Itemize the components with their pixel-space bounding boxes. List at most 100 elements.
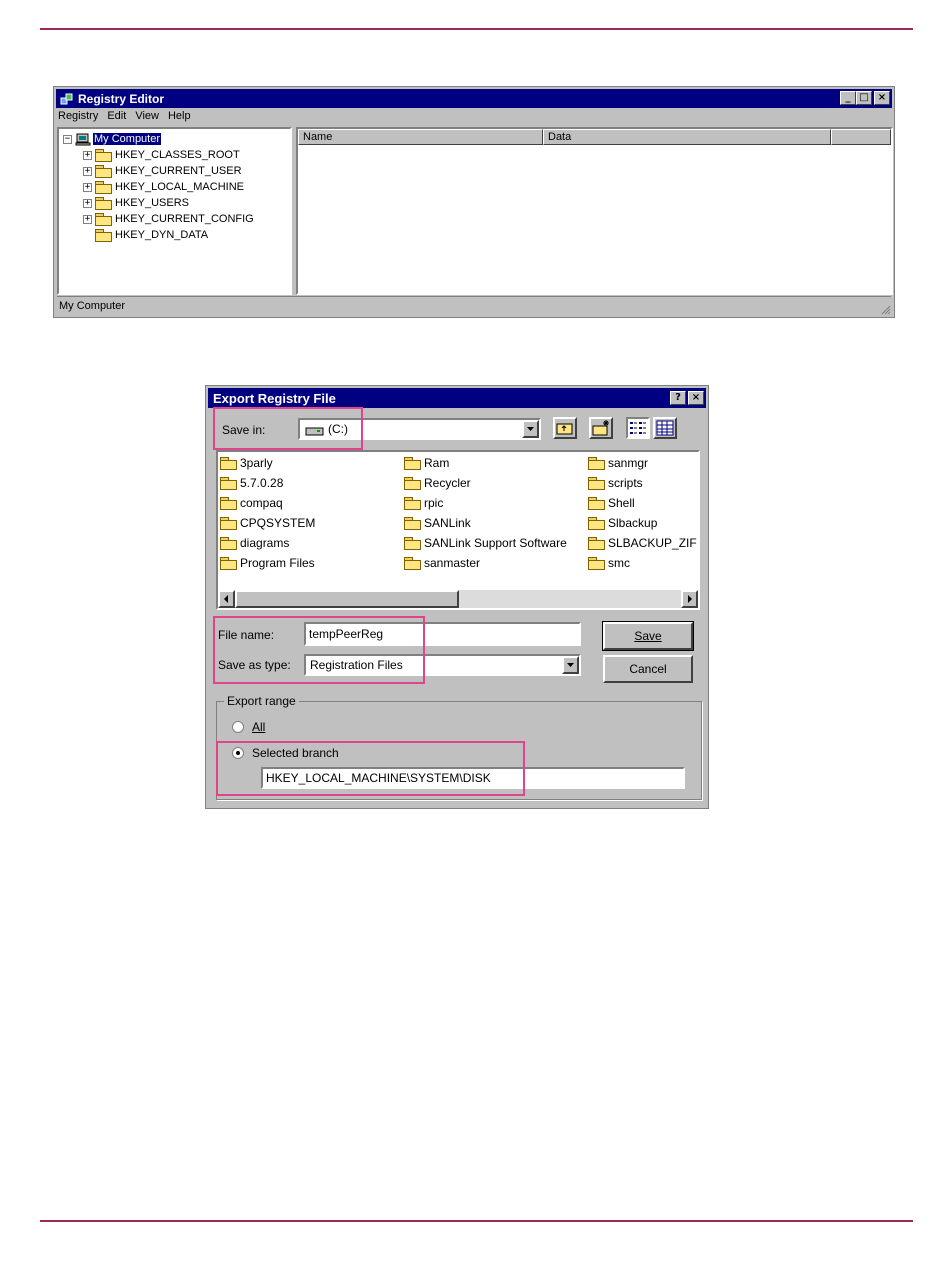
file-name-input[interactable] — [304, 622, 581, 646]
folder-icon — [588, 497, 605, 510]
file-list-item[interactable]: Ram — [404, 454, 449, 472]
scroll-right-button[interactable] — [681, 590, 698, 608]
up-one-level-button[interactable] — [553, 417, 577, 439]
menu-registry[interactable]: Registry — [58, 110, 98, 126]
details-view-button[interactable] — [653, 417, 677, 439]
file-list-item-label: SLBACKUP_ZIF — [608, 536, 697, 550]
create-new-folder-button[interactable] — [589, 417, 613, 439]
expand-icon[interactable]: + — [83, 214, 92, 224]
tree-item-label: HKEY_LOCAL_MACHINE — [115, 181, 244, 193]
file-list-item[interactable]: SANLink Support Software — [404, 534, 567, 552]
registry-editor-title: Registry Editor — [78, 91, 165, 106]
scroll-thumb[interactable] — [235, 590, 459, 608]
drive-icon — [305, 424, 325, 436]
file-list-item[interactable]: Shell — [588, 494, 635, 512]
radio-all-label: All — [252, 720, 266, 734]
registry-tree[interactable]: − My Computer + HKEY_CLASSES_ROOT + HKEY… — [57, 127, 292, 295]
file-list-item-label: rpic — [424, 496, 444, 510]
expand-icon[interactable]: + — [83, 166, 92, 176]
export-dialog-title: Export Registry File — [213, 390, 336, 406]
save-as-type-dropdown-arrow[interactable] — [562, 656, 579, 674]
file-list-item[interactable]: scripts — [588, 474, 643, 492]
resize-grip-icon[interactable] — [879, 303, 891, 315]
save-as-type-dropdown[interactable]: Registration Files — [304, 654, 581, 676]
column-header-name[interactable]: Name — [298, 129, 543, 145]
up-folder-icon — [555, 423, 575, 441]
file-list-item-label: smc — [608, 556, 630, 570]
dialog-close-button[interactable]: × — [688, 391, 704, 405]
file-list-item[interactable]: Recycler — [404, 474, 471, 492]
tree-root-label: My Computer — [93, 133, 162, 145]
maximize-button[interactable]: □ — [856, 91, 872, 105]
folder-icon — [588, 477, 605, 490]
export-dialog-titlebar[interactable]: Export Registry File ? × — [208, 388, 706, 408]
file-list-item-label: compaq — [240, 496, 283, 510]
folder-icon — [588, 517, 605, 530]
column-header-data[interactable]: Data — [543, 129, 831, 145]
tree-item-my-computer[interactable]: − My Computer — [63, 131, 162, 147]
file-list-item[interactable]: compaq — [220, 494, 283, 512]
file-list-item[interactable]: 3parly — [220, 454, 273, 472]
folder-icon — [404, 557, 421, 570]
expand-icon[interactable]: + — [83, 198, 92, 208]
selected-branch-input[interactable] — [261, 767, 685, 789]
expand-icon[interactable]: + — [83, 150, 92, 160]
file-list-item[interactable]: sanmaster — [404, 554, 480, 572]
cancel-button-label: Cancel — [629, 662, 667, 676]
menu-view[interactable]: View — [135, 110, 159, 126]
minimize-button[interactable]: _ — [840, 91, 856, 105]
radio-selected-branch-button[interactable] — [232, 747, 244, 759]
file-list-item-label: CPQSYSTEM — [240, 516, 316, 530]
save-in-label: Save in: — [222, 423, 266, 437]
save-as-type-value: Registration Files — [310, 658, 403, 672]
save-button[interactable]: Save — [602, 621, 694, 651]
list-view-icon — [628, 422, 648, 441]
registry-editor-titlebar[interactable]: Registry Editor _ □ × — [56, 89, 892, 108]
file-list-item[interactable]: sanmgr — [588, 454, 648, 472]
file-list-item[interactable]: SLBACKUP_ZIF — [588, 534, 697, 552]
file-list-item[interactable]: diagrams — [220, 534, 289, 552]
file-list-item[interactable]: CPQSYSTEM — [220, 514, 315, 532]
file-list-item[interactable]: Slbackup — [588, 514, 657, 532]
folder-icon — [95, 197, 112, 210]
folder-icon — [588, 557, 605, 570]
tree-item[interactable]: + HKEY_CLASSES_ROOT — [83, 147, 240, 163]
collapse-icon[interactable]: − — [63, 134, 72, 144]
save-button-label: Save — [634, 629, 662, 643]
expand-icon[interactable]: + — [83, 182, 92, 192]
save-in-dropdown-arrow[interactable] — [522, 420, 539, 438]
file-list-item[interactable]: 5.7.0.28 — [220, 474, 283, 492]
file-list-item-label: scripts — [608, 476, 643, 490]
scroll-left-button[interactable] — [218, 590, 235, 608]
tree-item-label: HKEY_CURRENT_USER — [115, 165, 242, 177]
file-list[interactable]: 3parly 5.7.0.28 compaq CPQSYSTEM diagrams Pro… — [216, 450, 700, 610]
tree-item[interactable]: HKEY_DYN_DATA — [95, 227, 208, 243]
list-view-button[interactable] — [626, 417, 650, 439]
tree-item[interactable]: + HKEY_CURRENT_CONFIG — [83, 211, 254, 227]
close-button[interactable]: × — [874, 91, 890, 105]
menu-edit[interactable]: Edit — [107, 110, 126, 126]
tree-item-label: HKEY_USERS — [115, 197, 189, 209]
cancel-button[interactable]: Cancel — [603, 655, 693, 683]
tree-item[interactable]: + HKEY_LOCAL_MACHINE — [83, 179, 244, 195]
file-list-item-label: Recycler — [424, 476, 471, 490]
tree-item[interactable]: + HKEY_USERS — [83, 195, 189, 211]
values-list-pane[interactable]: Name Data — [296, 127, 893, 295]
menu-help[interactable]: Help — [168, 110, 191, 126]
file-list-item[interactable]: SANLink — [404, 514, 471, 532]
radio-selected-branch-label: Selected branch — [252, 746, 339, 760]
horizontal-scrollbar[interactable] — [218, 590, 698, 608]
radio-selected-branch[interactable]: Selected branch — [232, 746, 339, 760]
folder-icon — [404, 497, 421, 510]
tree-item[interactable]: + HKEY_CURRENT_USER — [83, 163, 242, 179]
file-list-item[interactable]: Program Files — [220, 554, 315, 572]
radio-all-button[interactable] — [232, 721, 244, 733]
radio-all[interactable]: All — [232, 720, 265, 734]
file-list-item-label: Ram — [424, 456, 450, 470]
save-in-dropdown[interactable]: (C:) — [298, 418, 541, 440]
file-list-item[interactable]: smc — [588, 554, 630, 572]
status-bar: My Computer — [57, 296, 891, 315]
file-list-item[interactable]: rpic — [404, 494, 443, 512]
help-button[interactable]: ? — [670, 391, 686, 405]
folder-icon — [220, 517, 237, 530]
